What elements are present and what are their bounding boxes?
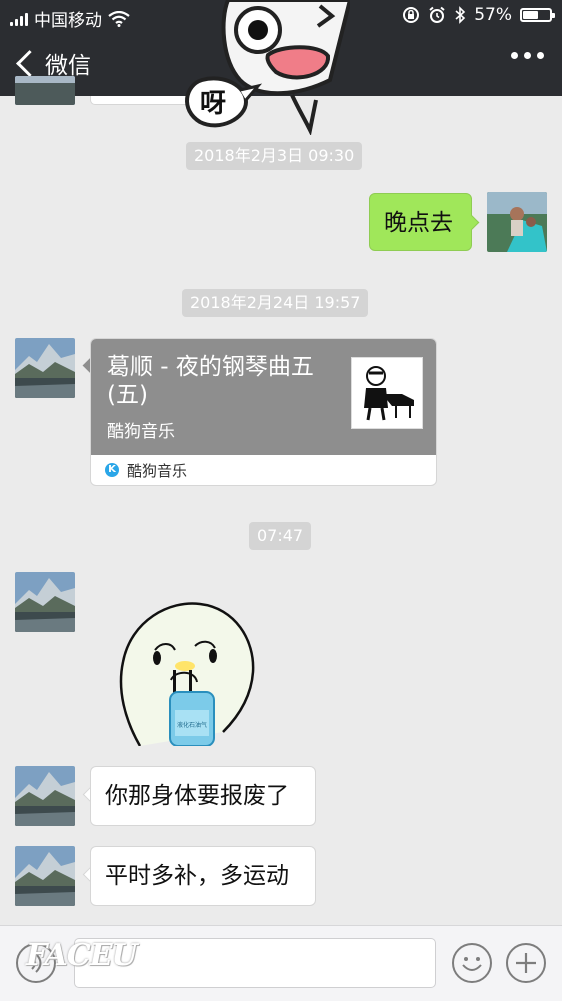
kugou-icon: K: [105, 463, 119, 477]
timestamp: 2018年2月24日 19:57: [182, 289, 369, 317]
plus-button[interactable]: [506, 943, 546, 983]
signal-icon: [10, 12, 28, 26]
sent-message-bubble[interactable]: 晚点去: [369, 193, 472, 251]
battery-icon: [520, 8, 555, 22]
battery-percent: 57%: [474, 5, 512, 25]
more-icon-dot: [537, 52, 544, 59]
battery-fill: [523, 11, 538, 19]
bottle-label: 液化石油气: [177, 721, 207, 729]
more-icon-dot: [524, 52, 531, 59]
sticker-text: 呀: [200, 89, 226, 119]
message-text: 平时多补，多运动: [105, 863, 289, 889]
back-button[interactable]: 微信: [14, 46, 91, 80]
received-message-bubble[interactable]: 平时多补，多运动: [90, 846, 316, 906]
music-card-body: 葛顺 - 夜的钢琴曲五(五) 酷狗音乐: [91, 339, 436, 455]
rotation-lock-icon: [403, 7, 420, 23]
back-label: 微信: [45, 53, 91, 79]
plus-icon: [516, 953, 536, 973]
music-card-footer: K 酷狗音乐: [91, 455, 436, 485]
emoji-button[interactable]: [452, 943, 492, 983]
app-name: 酷狗音乐: [127, 461, 188, 480]
music-cover-image: [351, 357, 423, 429]
bluetooth-icon: [455, 6, 466, 24]
timestamp: 2018年2月3日 09:30: [186, 142, 363, 170]
message-text: 你那身体要报废了: [105, 783, 289, 809]
sticker-message[interactable]: 液化石油气: [115, 600, 260, 747]
faceu-watermark: FACEU: [26, 938, 138, 973]
alarm-icon: [429, 6, 445, 23]
timestamp: 07:47: [249, 522, 312, 550]
message-text: 晚点去: [384, 210, 453, 236]
friend-avatar[interactable]: [15, 846, 75, 906]
received-message-bubble[interactable]: 你那身体要报废了: [90, 766, 316, 826]
more-button[interactable]: [511, 52, 544, 59]
more-icon: [511, 52, 518, 59]
chevron-left-icon: [16, 49, 43, 77]
music-share-card[interactable]: 葛顺 - 夜的钢琴曲五(五) 酷狗音乐 K 酷狗音乐: [90, 338, 437, 486]
wifi-icon: [108, 10, 130, 27]
friend-avatar[interactable]: [15, 572, 75, 632]
music-title: 葛顺 - 夜的钢琴曲五(五): [107, 354, 314, 408]
my-avatar[interactable]: [487, 192, 547, 252]
partial-bubble: [90, 96, 190, 105]
emoji-icon: [462, 957, 482, 971]
status-left: 中国移动: [10, 6, 130, 31]
friend-avatar[interactable]: [15, 338, 75, 398]
avatar[interactable]: [15, 76, 75, 105]
carrier-label: 中国移动: [34, 11, 102, 31]
music-source: 酷狗音乐: [107, 422, 175, 442]
fish-sticker[interactable]: 呀: [180, 0, 353, 137]
friend-avatar[interactable]: [15, 766, 75, 826]
status-right: 57%: [402, 5, 555, 25]
